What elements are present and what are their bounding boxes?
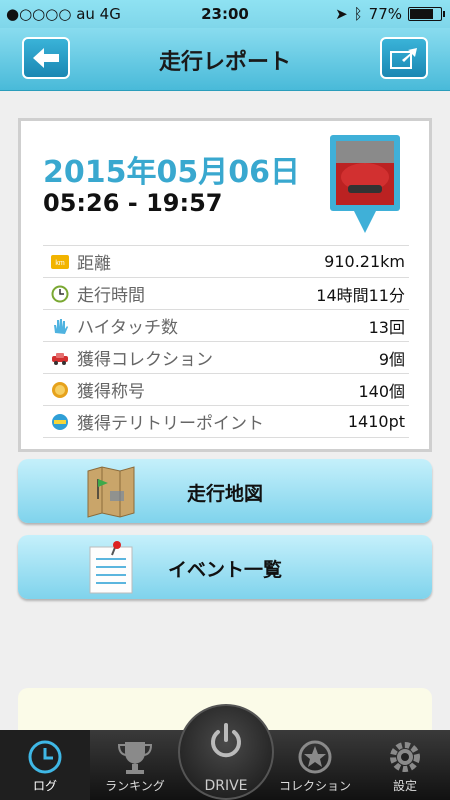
car-icon [51,349,69,367]
stat-row: km 距離 910.21km [43,245,409,277]
clock-icon [51,285,69,303]
stat-label: 獲得称号 [77,382,145,402]
stat-value: 1410pt [347,412,405,431]
tab-collection-label: コレクション [278,779,351,793]
medal-icon [51,381,69,399]
svg-text:km: km [55,260,65,267]
star-badge-icon [298,740,332,774]
stat-value: 9個 [378,349,405,369]
route-map-label: 走行地図 [186,483,263,505]
drive-button[interactable]: DRIVE [178,704,274,800]
report-card: 2015年05月06日 05:26 - 19:57 km 距離 910.21km… [18,118,432,452]
stat-label: 距離 [77,254,111,274]
km-icon: km [51,253,69,271]
share-icon [390,48,417,69]
stat-row: ハイタッチ数 13回 [43,309,409,341]
trophy-icon [117,742,153,774]
stat-value: 13回 [368,317,405,337]
share-button[interactable] [380,37,428,79]
stats-list: km 距離 910.21km 走行時間 14時間11分 ハイタッチ数 13回 獲… [43,245,409,438]
stat-label: ハイタッチ数 [77,318,178,338]
stat-row: 走行時間 14時間11分 [43,277,409,309]
collection-thumbnail-pin[interactable] [328,133,402,235]
event-list-label: イベント一覧 [167,559,282,581]
status-bar: ●○○○○ au 4G 23:00 ➤ ᛒ 77% [0,0,450,28]
power-icon [211,723,241,758]
stat-value: 910.21km [324,252,405,271]
stat-row: 獲得テリトリーポイント 1410pt [43,405,409,438]
stat-value: 140個 [358,381,405,401]
report-date: 2015年05月06日 [43,155,300,190]
gear-icon [390,742,420,772]
status-right: ➤ ᛒ 77% [335,5,445,23]
location-icon: ➤ [335,5,348,23]
tab-ranking-label: ランキング [105,779,165,793]
battery-icon [408,7,445,21]
clock-tab-icon [28,740,62,774]
stat-label: 走行時間 [77,286,145,306]
stat-value: 14時間11分 [316,285,405,305]
stat-label: 獲得テリトリーポイント [77,414,264,434]
event-list-button[interactable]: イベント一覧 [18,535,432,599]
tab-settings[interactable]: 設定 [360,730,450,800]
tab-log[interactable]: ログ [0,730,90,800]
stat-row: 獲得称号 140個 [43,373,409,405]
tab-ranking[interactable]: ランキング [90,730,180,800]
bluetooth-icon: ᛒ [353,5,363,23]
drive-label: DRIVE [204,778,248,794]
tab-log-label: ログ [32,779,57,793]
tab-collection[interactable]: コレクション [270,730,360,800]
battery-percent: 77% [368,5,402,23]
stat-label: 獲得コレクション [77,350,213,370]
route-map-button[interactable]: 走行地図 [18,459,432,523]
navigation-bar: 走行レポート [0,28,450,91]
point-icon [51,413,69,431]
hand-icon [51,317,69,335]
report-time-range: 05:26 - 19:57 [43,189,223,217]
stat-row: 獲得コレクション 9個 [43,341,409,373]
tab-settings-label: 設定 [392,779,417,793]
